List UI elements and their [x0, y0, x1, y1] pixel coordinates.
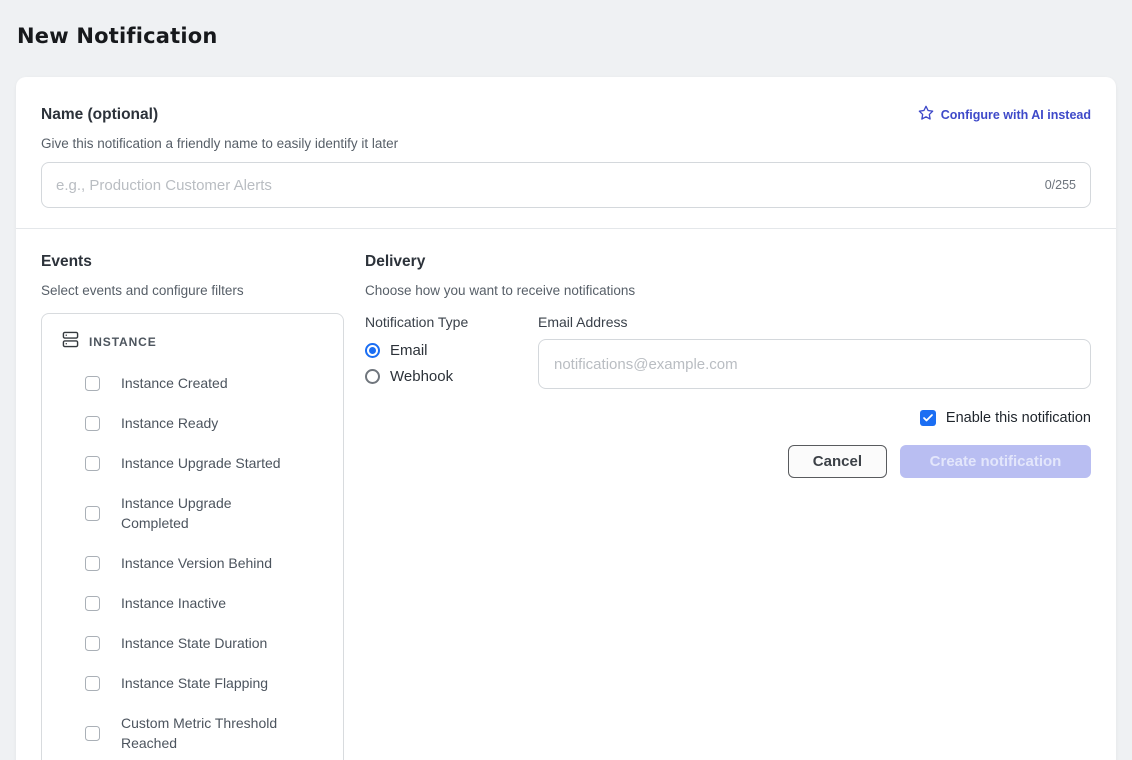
email-input[interactable] [538, 339, 1091, 389]
events-list: INSTANCE Instance Created Instance Ready… [41, 313, 344, 760]
email-address-label: Email Address [538, 314, 1091, 330]
event-group-instance: INSTANCE [58, 331, 327, 353]
event-checkbox-instance-created[interactable]: Instance Created [85, 373, 327, 393]
char-counter: 0/255 [1045, 178, 1076, 192]
radio-selected-icon[interactable] [365, 343, 380, 358]
checkbox-unchecked-icon[interactable] [85, 636, 100, 651]
page-title: New Notification [17, 22, 1132, 50]
event-checkbox-instance-ready[interactable]: Instance Ready [85, 413, 327, 433]
checkbox-unchecked-icon[interactable] [85, 416, 100, 431]
event-checkbox-custom-metric-threshold[interactable]: Custom Metric Threshold Reached [85, 713, 327, 753]
name-section-header: Name (optional) Configure with AI instea… [41, 77, 1091, 124]
name-description: Give this notification a friendly name t… [41, 136, 1091, 151]
event-checkbox-instance-state-duration[interactable]: Instance State Duration [85, 633, 327, 653]
notification-form-card: Name (optional) Configure with AI instea… [16, 77, 1116, 760]
name-input-container: 0/255 [41, 162, 1091, 208]
checkbox-unchecked-icon[interactable] [85, 726, 100, 741]
checkbox-unchecked-icon[interactable] [85, 456, 100, 471]
event-checkbox-instance-upgrade-completed[interactable]: Instance Upgrade Completed [85, 493, 327, 533]
name-label: Name (optional) [41, 106, 158, 124]
cancel-button[interactable]: Cancel [788, 445, 887, 478]
radio-webhook[interactable]: Webhook [365, 368, 538, 385]
checkbox-unchecked-icon[interactable] [85, 376, 100, 391]
enable-notification-toggle[interactable]: Enable this notification [365, 410, 1091, 426]
delivery-section: Delivery Choose how you want to receive … [365, 253, 1091, 760]
radio-email[interactable]: Email [365, 342, 538, 359]
event-checkbox-instance-upgrade-started[interactable]: Instance Upgrade Started [85, 453, 327, 473]
delivery-subtitle: Choose how you want to receive notificat… [365, 283, 1091, 298]
checkbox-unchecked-icon[interactable] [85, 556, 100, 571]
star-icon [918, 105, 934, 124]
delivery-title: Delivery [365, 253, 1091, 271]
checkbox-checked-icon[interactable] [920, 410, 936, 426]
event-group-label: INSTANCE [89, 335, 157, 349]
events-subtitle: Select events and configure filters [41, 283, 344, 298]
events-section: Events Select events and configure filte… [41, 253, 344, 760]
configure-with-ai-link[interactable]: Configure with AI instead [918, 105, 1091, 124]
event-checkbox-instance-inactive[interactable]: Instance Inactive [85, 593, 327, 613]
server-icon [62, 331, 79, 353]
name-input[interactable] [56, 177, 1035, 194]
events-title: Events [41, 253, 344, 271]
configure-with-ai-label: Configure with AI instead [941, 108, 1091, 122]
event-checkbox-instance-version-behind[interactable]: Instance Version Behind [85, 553, 327, 573]
event-checkbox-instance-state-flapping[interactable]: Instance State Flapping [85, 673, 327, 693]
checkbox-unchecked-icon[interactable] [85, 676, 100, 691]
notification-type-label: Notification Type [365, 314, 538, 330]
create-notification-button[interactable]: Create notification [900, 445, 1091, 478]
checkbox-unchecked-icon[interactable] [85, 506, 100, 521]
radio-unselected-icon[interactable] [365, 369, 380, 384]
checkbox-unchecked-icon[interactable] [85, 596, 100, 611]
